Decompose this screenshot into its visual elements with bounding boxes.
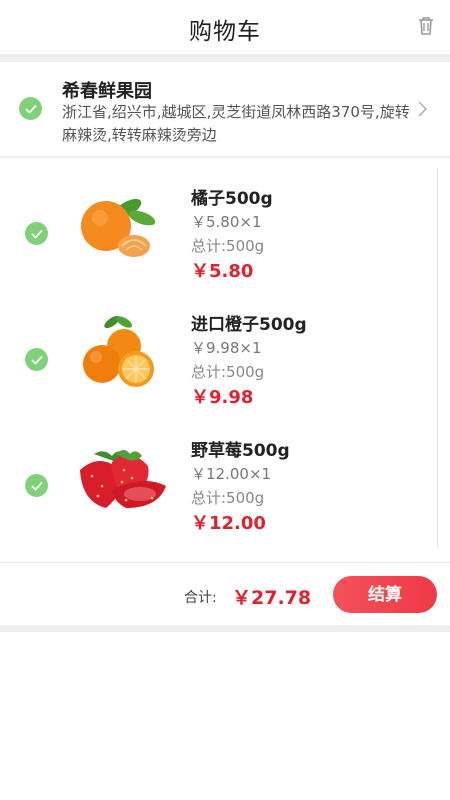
store-address: 浙江省,绍兴市,越城区,灵芝街道凤林西路370号,旋转麻辣烫,转转麻辣烫旁边 [62, 103, 410, 144]
header: 购物车 [0, 0, 450, 54]
cart-item[interactable]: 进口橙子500g ￥9.98×1 总计:500g ￥9.98 [0, 294, 450, 420]
item-check-icon[interactable] [25, 348, 48, 371]
chevron-right-icon[interactable] [416, 100, 428, 118]
orange-image [83, 315, 154, 387]
trash-icon[interactable] [414, 14, 438, 38]
page-title: 购物车 [189, 19, 261, 45]
store-row[interactable]: 希春鲜果园 浙江省,绍兴市,越城区,灵芝街道凤林西路370号,旋转麻辣烫,转转麻… [0, 62, 450, 156]
item-unit-price: ￥5.80×1 [191, 213, 262, 231]
section-gap [0, 625, 450, 632]
strawberry-image [80, 450, 166, 508]
section-gap [0, 54, 450, 62]
item-price: ￥5.80 [191, 261, 254, 282]
total-amount: ￥27.78 [232, 587, 312, 609]
store-name: 希春鲜果园 [62, 81, 152, 102]
cart-item-list: 橘子500g ￥5.80×1 总计:500g ￥5.80 进口橙子500g ￥9… [0, 168, 450, 548]
store-check-icon[interactable] [19, 97, 42, 120]
item-name: 进口橙子500g [191, 315, 307, 335]
item-name: 野草莓500g [191, 441, 290, 461]
item-total-weight: 总计:500g [191, 363, 265, 381]
mandarin-orange-image [81, 198, 156, 257]
cart-item[interactable]: 野草莓500g ￥12.00×1 总计:500g ￥12.00 [0, 420, 450, 546]
item-price: ￥9.98 [191, 387, 254, 408]
item-unit-price: ￥12.00×1 [191, 465, 272, 483]
checkout-button[interactable]: 结算 [333, 576, 437, 613]
cart-item[interactable]: 橘子500g ￥5.80×1 总计:500g ￥5.80 [0, 168, 450, 294]
checkout-bar: 合计: ￥27.78 结算 [0, 563, 450, 625]
divider [0, 156, 450, 158]
item-check-icon[interactable] [25, 222, 48, 245]
item-check-icon[interactable] [25, 474, 48, 497]
total-label: 合计: [184, 590, 217, 606]
item-price: ￥12.00 [191, 513, 266, 534]
item-total-weight: 总计:500g [191, 489, 265, 507]
item-total-weight: 总计:500g [191, 237, 265, 255]
item-unit-price: ￥9.98×1 [191, 339, 262, 357]
item-name: 橘子500g [191, 189, 273, 209]
